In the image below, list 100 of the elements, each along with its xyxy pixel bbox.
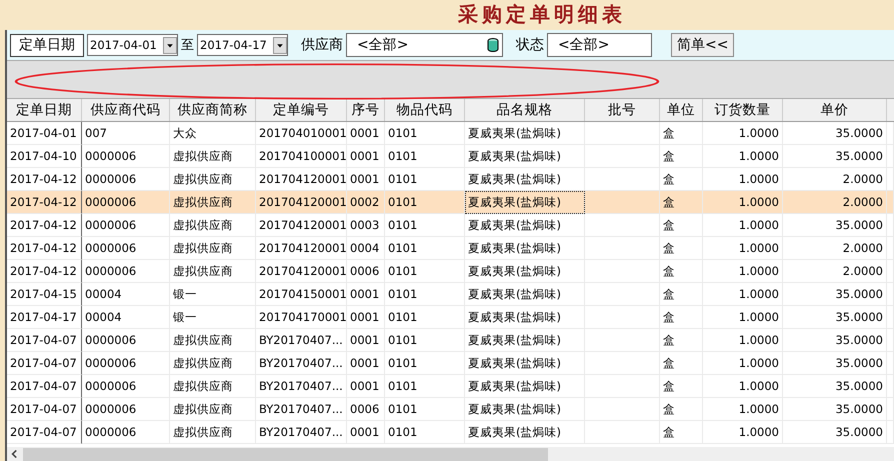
table-cell: 虚拟供应商 <box>170 214 256 237</box>
table-cell: 0000006 <box>82 329 170 352</box>
table-cell: 201704100001 <box>256 145 347 168</box>
scroll-thumb[interactable] <box>23 448 548 460</box>
table-cell: 夏威夷果(盐焗味) <box>465 329 585 352</box>
supplier-label: 供应商 <box>301 36 343 54</box>
table-cell: 夏威夷果(盐焗味) <box>465 237 585 260</box>
table-cell: BY20170407... <box>256 329 347 352</box>
table-cell: 35.0000 <box>783 329 887 352</box>
column-header[interactable]: 品名规格 <box>465 99 585 121</box>
column-header[interactable]: 批号 <box>585 99 660 121</box>
table-row[interactable]: 2017-04-07 0000006 虚拟供应商 BY20170407... 0001 0101 夏威夷果(盐焗味) 盒 1.0000 35.0000 <box>7 352 894 375</box>
table-cell: 1.0000 <box>703 375 783 398</box>
column-header[interactable]: 订货数量 <box>703 99 783 121</box>
table-cell: 2017-04-15 <box>7 283 82 306</box>
table-cell: 锻一 <box>170 306 256 329</box>
table-cell: 盒 <box>660 145 703 168</box>
table-cell: 2017-04-07 <box>7 352 82 375</box>
date-label: 定单日期 <box>10 34 84 56</box>
table-cell: 35.0000 <box>783 306 887 329</box>
column-header[interactable]: 定单编号 <box>256 99 347 121</box>
date-to-picker[interactable]: 2017-04-17 <box>197 34 288 56</box>
table-cell: 35.0000 <box>783 421 887 444</box>
table-row[interactable]: 2017-04-07 0000006 虚拟供应商 BY20170407... 0006 0101 夏威夷果(盐焗味) 盒 1.0000 35.0000 <box>7 398 894 421</box>
table-row[interactable]: 2017-04-07 0000006 虚拟供应商 BY20170407... 0001 0101 夏威夷果(盐焗味) 盒 1.0000 35.0000 <box>7 375 894 398</box>
table-row[interactable]: 2017-04-01 007 大众 201704010001 0001 0101 夏威夷果(盐焗味) 盒 1.0000 35.0000 <box>7 122 894 145</box>
table-cell: 夏威夷果(盐焗味) <box>465 352 585 375</box>
table-cell: 2017-04-01 <box>7 122 82 145</box>
table-row[interactable]: 2017-04-07 0000006 虚拟供应商 BY20170407... 0001 0101 夏威夷果(盐焗味) 盒 1.0000 35.0000 <box>7 421 894 444</box>
table-cell: 1.0000 <box>703 421 783 444</box>
table-cell: 0001 <box>347 421 385 444</box>
table-cell: 0101 <box>385 398 465 421</box>
table-cell: BY20170407... <box>256 352 347 375</box>
table-cell: 0004 <box>347 237 385 260</box>
horizontal-scrollbar[interactable] <box>7 447 894 461</box>
table-cell: 201704170001 <box>256 306 347 329</box>
column-header[interactable]: 单位 <box>660 99 703 121</box>
table-cell: 虚拟供应商 <box>170 421 256 444</box>
table-cell: 盒 <box>660 122 703 145</box>
table-cell: 0000006 <box>82 191 170 214</box>
table-row[interactable]: 2017-04-15 00004 锻一 201704150001 0001 0101 夏威夷果(盐焗味) 盒 1.0000 35.0000 <box>7 283 894 306</box>
table-cell: 35.0000 <box>783 214 887 237</box>
table-row[interactable]: 2017-04-12 0000006 虚拟供应商 201704120001 0002 0101 夏威夷果(盐焗味) 盒 1.0000 2.0000 <box>7 191 894 214</box>
table-cell: 盒 <box>660 283 703 306</box>
table-cell: 盒 <box>660 260 703 283</box>
table-cell: 0101 <box>385 375 465 398</box>
table-cell: 201704120001 <box>256 191 347 214</box>
table-cell: 0101 <box>385 214 465 237</box>
table-cell: 0000006 <box>82 214 170 237</box>
table-cell: 夏威夷果(盐焗味) <box>465 398 585 421</box>
table-cell: 夏威夷果(盐焗味) <box>465 421 585 444</box>
table-cell: 盒 <box>660 306 703 329</box>
table-cell: 2017-04-10 <box>7 145 82 168</box>
table-cell: 1.0000 <box>703 122 783 145</box>
column-header[interactable]: 供应商简称 <box>170 99 256 121</box>
database-icon[interactable] <box>486 37 500 53</box>
table-row[interactable]: 2017-04-12 0000006 虚拟供应商 201704120001 0003 0101 夏威夷果(盐焗味) 盒 1.0000 35.0000 <box>7 214 894 237</box>
dropdown-icon[interactable] <box>273 36 287 54</box>
table-cell: 盒 <box>660 421 703 444</box>
status-field[interactable]: <全部> <box>547 33 652 57</box>
table-cell: 007 <box>82 122 170 145</box>
table-row[interactable]: 2017-04-10 0000006 虚拟供应商 201704100001 0001 0101 夏威夷果(盐焗味) 盒 1.0000 35.0000 <box>7 145 894 168</box>
table-cell: 0101 <box>385 306 465 329</box>
table-row[interactable]: 2017-04-12 0000006 虚拟供应商 201704120001 0004 0101 夏威夷果(盐焗味) 盒 1.0000 2.0000 <box>7 237 894 260</box>
table-cell: 1.0000 <box>703 214 783 237</box>
table-cell: BY20170407... <box>256 375 347 398</box>
table-row[interactable]: 2017-04-17 00004 锻一 201704170001 0001 0101 夏威夷果(盐焗味) 盒 1.0000 35.0000 <box>7 306 894 329</box>
table-cell: 0000006 <box>82 260 170 283</box>
date-from-picker[interactable]: 2017-04-01 <box>87 34 178 56</box>
table-cell: 0000006 <box>82 145 170 168</box>
table-cell: 1.0000 <box>703 329 783 352</box>
table-cell: 1.0000 <box>703 191 783 214</box>
table-cell: 0001 <box>347 329 385 352</box>
table-cell: 1.0000 <box>703 398 783 421</box>
table-cell: 2.0000 <box>783 237 887 260</box>
column-header[interactable]: 供应商代码 <box>82 99 170 121</box>
simple-view-button[interactable]: 简单<< <box>671 33 734 57</box>
table-cell: 0000006 <box>82 375 170 398</box>
table-cell: 0101 <box>385 421 465 444</box>
table-cell: 1.0000 <box>703 352 783 375</box>
table-cell: 2017-04-12 <box>7 214 82 237</box>
table-cell: BY20170407... <box>256 398 347 421</box>
table-cell: 1.0000 <box>703 260 783 283</box>
table-row[interactable]: 2017-04-07 0000006 虚拟供应商 BY20170407... 0001 0101 夏威夷果(盐焗味) 盒 1.0000 35.0000 <box>7 329 894 352</box>
dropdown-icon[interactable] <box>163 36 177 54</box>
table-cell: 0001 <box>347 375 385 398</box>
column-header[interactable]: 序号 <box>347 99 385 121</box>
table-cell: 0101 <box>385 237 465 260</box>
column-header[interactable]: 单价 <box>783 99 887 121</box>
supplier-field[interactable]: <全部> <box>346 33 503 57</box>
table-cell: 夏威夷果(盐焗味) <box>465 145 585 168</box>
table-cell: 0001 <box>347 306 385 329</box>
table-cell: 0000006 <box>82 421 170 444</box>
column-header[interactable]: 定单日期 <box>7 99 82 121</box>
table-cell: 35.0000 <box>783 352 887 375</box>
table-cell: 盒 <box>660 191 703 214</box>
table-cell: 0001 <box>347 283 385 306</box>
column-header[interactable]: 物品代码 <box>385 99 465 121</box>
table-row[interactable]: 2017-04-12 0000006 虚拟供应商 201704120001 0006 0101 夏威夷果(盐焗味) 盒 1.0000 2.0000 <box>7 260 894 283</box>
table-cell: 夏威夷果(盐焗味) <box>465 306 585 329</box>
